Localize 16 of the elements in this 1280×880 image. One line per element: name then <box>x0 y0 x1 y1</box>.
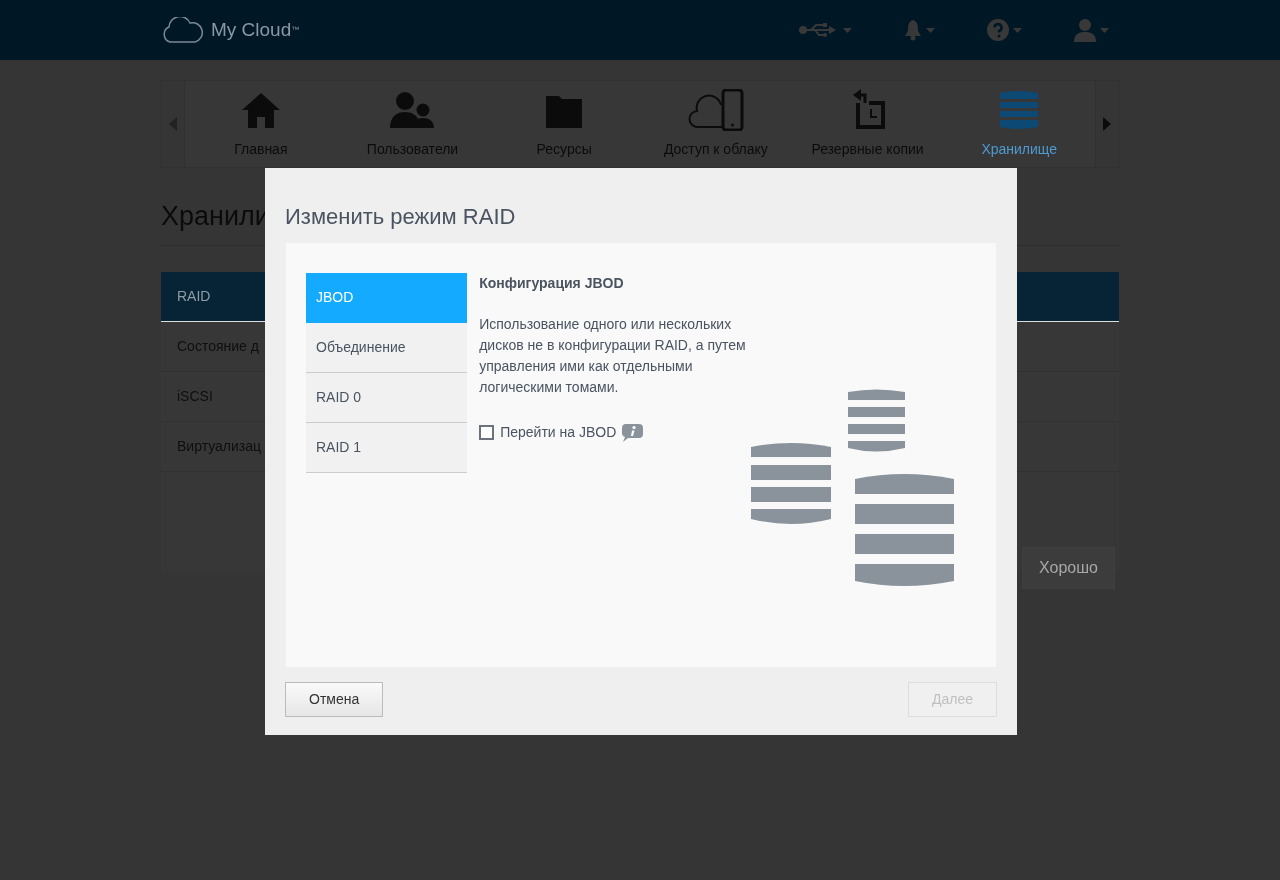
checkbox[interactable] <box>479 425 495 440</box>
nav-tab[interactable]: Хранилище <box>943 81 1096 167</box>
cancel-button[interactable]: Отмена <box>285 682 384 717</box>
description-text: Использование одного или нескольких дисков не в конфигурации RAID, а путем управления ими как отдельными логическими томами. <box>479 315 747 397</box>
dialog-title: Изменить режим RAID <box>284 203 517 231</box>
raid-mode-item[interactable]: JBOD <box>306 273 468 323</box>
raid-mode-item[interactable]: RAID 1 <box>306 423 468 473</box>
checkbox-label: Перейти на JBOD <box>500 423 617 442</box>
raid-mode-item[interactable]: Объединение <box>306 323 468 373</box>
section-heading: Конфигурация JBOD <box>479 274 625 293</box>
info-icon[interactable] <box>622 423 644 442</box>
raid-mode-item[interactable]: RAID 0 <box>306 373 468 423</box>
app-logo: My Cloud$^{™}$ <box>211 17 300 42</box>
database-icon <box>1000 89 1039 131</box>
cloud-logo-icon <box>161 17 203 43</box>
ok-button[interactable]: Хорошо <box>1022 546 1115 589</box>
